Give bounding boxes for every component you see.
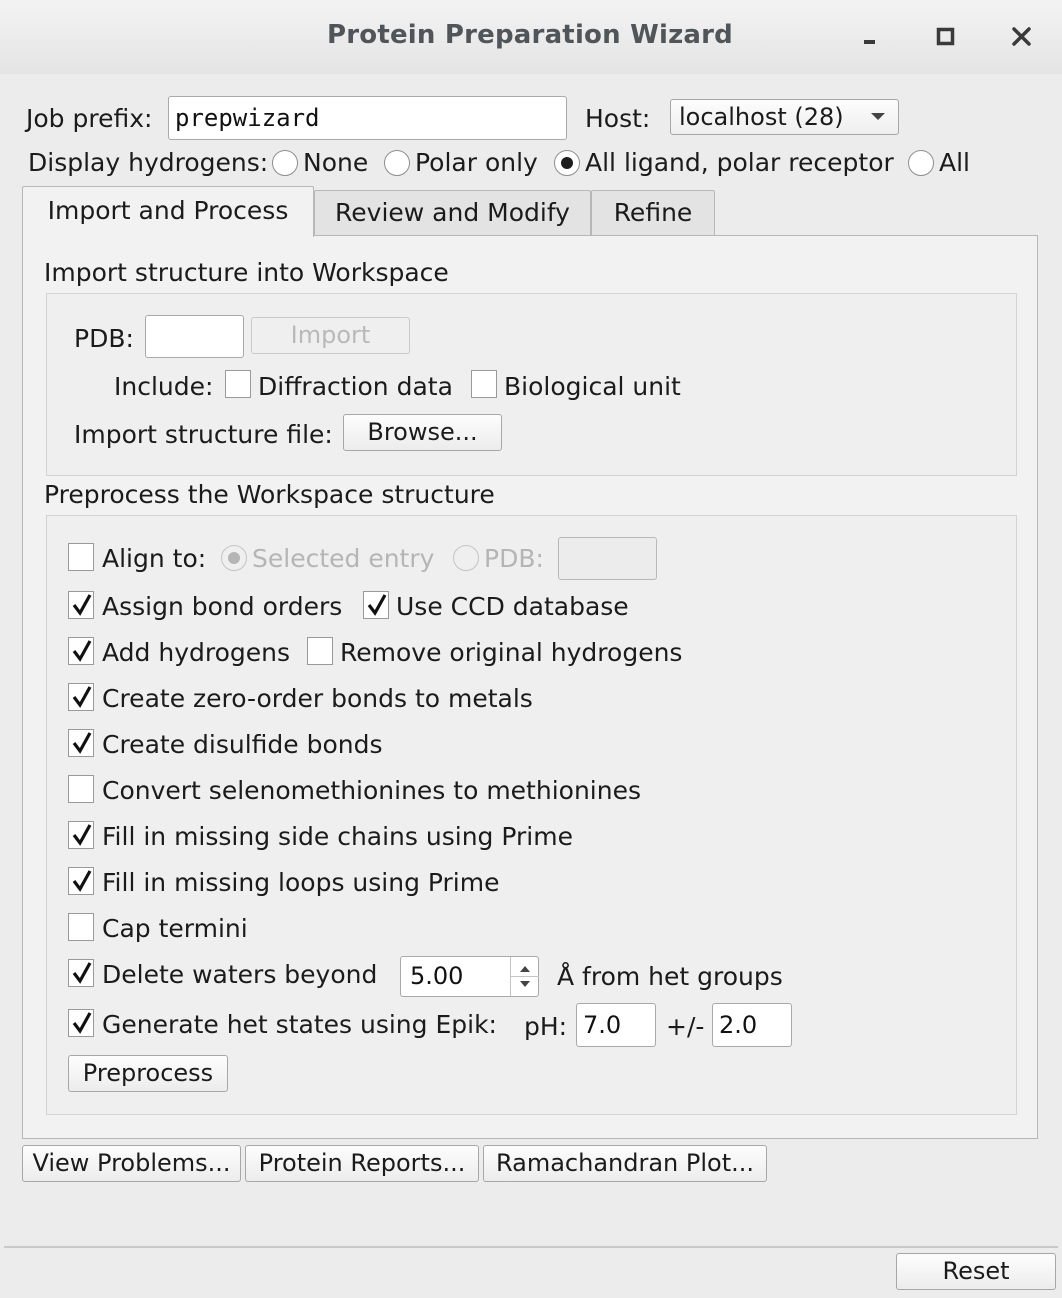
generate-het-states-label[interactable]: Generate het states using Epik: — [102, 1010, 497, 1039]
tab-refine[interactable]: Refine — [591, 190, 715, 235]
add-hydrogens-checkbox[interactable] — [68, 637, 94, 665]
hydrogens-none-radio[interactable] — [272, 150, 298, 176]
align-pdb-input[interactable] — [558, 537, 657, 580]
title-bar: Protein Preparation Wizard — [0, 0, 1062, 74]
use-ccd-database-checkbox[interactable] — [363, 591, 389, 619]
align-selected-entry-label[interactable]: Selected entry — [252, 544, 434, 573]
waters-suffix-label: Å from het groups — [557, 962, 783, 991]
pdb-id-input[interactable] — [145, 315, 244, 358]
waters-distance-spinner[interactable]: 5.00 — [400, 956, 539, 997]
close-icon[interactable] — [1004, 16, 1040, 56]
hydrogens-all-radio[interactable] — [908, 150, 934, 176]
zero-order-bonds-checkbox[interactable] — [68, 683, 94, 711]
pdb-label: PDB: — [74, 324, 134, 353]
tab-review-and-modify[interactable]: Review and Modify — [314, 190, 591, 235]
include-label: Include: — [114, 372, 214, 401]
disulfide-bonds-label[interactable]: Create disulfide bonds — [102, 730, 383, 759]
tab-import-and-process[interactable]: Import and Process — [22, 186, 314, 237]
host-select[interactable]: localhost (28) — [670, 99, 899, 135]
assign-bond-orders-checkbox[interactable] — [68, 591, 94, 619]
hydrogens-all-label[interactable]: All — [939, 148, 970, 177]
hydrogens-polar-only-radio[interactable] — [384, 150, 410, 176]
convert-selenomethionines-checkbox[interactable] — [68, 775, 94, 803]
import-button[interactable]: Import — [251, 317, 410, 354]
browse-button[interactable]: Browse... — [343, 414, 502, 451]
chevron-down-icon — [870, 100, 886, 143]
preprocess-section-title: Preprocess the Workspace structure — [44, 480, 495, 509]
job-prefix-input[interactable]: prepwizard — [168, 96, 567, 140]
ph-input[interactable]: 7.0 — [576, 1003, 656, 1047]
preprocess-group: Align to: Selected entry PDB: Assign bon… — [46, 515, 1017, 1115]
generate-het-states-checkbox[interactable] — [68, 1009, 94, 1037]
maximize-icon[interactable] — [928, 16, 964, 56]
import-section-title: Import structure into Workspace — [44, 258, 449, 287]
hydrogens-polar-only-label[interactable]: Polar only — [415, 148, 538, 177]
align-pdb-radio[interactable] — [453, 545, 479, 571]
biological-unit-checkbox[interactable] — [471, 370, 497, 398]
waters-distance-stepper[interactable] — [510, 957, 539, 996]
wizard-window: Protein Preparation Wizard Job prefix: p… — [0, 0, 1062, 1298]
window-title: Protein Preparation Wizard — [327, 20, 733, 50]
fill-side-chains-label[interactable]: Fill in missing side chains using Prime — [102, 822, 573, 851]
ph-tolerance-label: +/- — [666, 1012, 705, 1041]
align-pdb-label[interactable]: PDB: — [484, 544, 544, 573]
align-to-checkbox[interactable] — [68, 543, 94, 571]
hydrogens-none-label[interactable]: None — [303, 148, 368, 177]
disulfide-bonds-checkbox[interactable] — [68, 729, 94, 757]
remove-original-hydrogens-checkbox[interactable] — [307, 637, 333, 665]
footer-separator — [4, 1246, 1058, 1248]
import-and-process-panel: Import structure into Workspace PDB: Imp… — [22, 235, 1038, 1139]
view-problems-button[interactable]: View Problems... — [22, 1145, 241, 1182]
diffraction-data-label[interactable]: Diffraction data — [258, 372, 453, 401]
cap-termini-checkbox[interactable] — [68, 913, 94, 941]
ph-label: pH: — [524, 1012, 568, 1041]
remove-original-hydrogens-label[interactable]: Remove original hydrogens — [340, 638, 682, 667]
assign-bond-orders-label[interactable]: Assign bond orders — [102, 592, 342, 621]
waters-distance-value: 5.00 — [410, 962, 464, 990]
fill-loops-checkbox[interactable] — [68, 867, 94, 895]
convert-selenomethionines-label[interactable]: Convert selenomethionines to methionines — [102, 776, 641, 805]
job-prefix-label: Job prefix: — [26, 104, 153, 133]
host-label: Host: — [585, 104, 651, 133]
delete-waters-label[interactable]: Delete waters beyond — [102, 960, 377, 989]
fill-loops-label[interactable]: Fill in missing loops using Prime — [102, 868, 500, 897]
hydrogens-all-ligand-polar-receptor-radio[interactable] — [554, 150, 580, 176]
cap-termini-label[interactable]: Cap termini — [102, 914, 248, 943]
stepper-arrows-icon[interactable] — [511, 957, 539, 996]
use-ccd-database-label[interactable]: Use CCD database — [396, 592, 629, 621]
host-select-value: localhost (28) — [679, 103, 844, 131]
zero-order-bonds-label[interactable]: Create zero-order bonds to metals — [102, 684, 533, 713]
reset-button[interactable]: Reset — [896, 1253, 1056, 1290]
delete-waters-checkbox[interactable] — [68, 959, 94, 987]
display-hydrogens-label: Display hydrogens: — [28, 148, 269, 177]
preprocess-button[interactable]: Preprocess — [68, 1055, 228, 1092]
ramachandran-plot-button[interactable]: Ramachandran Plot... — [483, 1145, 767, 1182]
protein-reports-button[interactable]: Protein Reports... — [245, 1145, 479, 1182]
align-to-label[interactable]: Align to: — [102, 544, 206, 573]
hydrogens-all-ligand-polar-receptor-label[interactable]: All ligand, polar receptor — [585, 148, 894, 177]
add-hydrogens-label[interactable]: Add hydrogens — [102, 638, 290, 667]
diffraction-data-checkbox[interactable] — [225, 370, 251, 398]
minimize-icon[interactable] — [852, 16, 888, 56]
align-selected-entry-radio[interactable] — [221, 545, 247, 571]
ph-tolerance-input[interactable]: 2.0 — [712, 1003, 792, 1047]
import-group: PDB: Import Include: Diffraction data Bi… — [46, 293, 1017, 476]
import-structure-file-label: Import structure file: — [74, 420, 333, 449]
biological-unit-label[interactable]: Biological unit — [504, 372, 681, 401]
fill-side-chains-checkbox[interactable] — [68, 821, 94, 849]
